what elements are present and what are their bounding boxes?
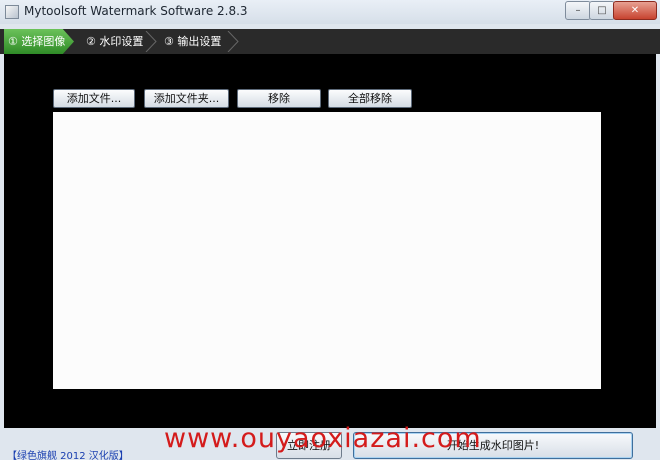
image-file-list[interactable] xyxy=(53,112,601,389)
title-bar: Mytoolsoft Watermark Software 2.8.3 – □ … xyxy=(0,0,660,24)
minimize-button[interactable]: – xyxy=(565,1,591,20)
wizard-step-bar: ① 选择图像 ② 水印设置 ③ 输出设置 xyxy=(0,29,660,54)
workspace: 添加文件... 添加文件夹... 移除 全部移除 xyxy=(4,54,656,428)
brand-label: 【绿色旗舰 2012 汉化版】 xyxy=(7,451,129,460)
step-watermark-settings[interactable]: ② 水印设置 xyxy=(86,29,170,54)
window-title: Mytoolsoft Watermark Software 2.8.3 xyxy=(24,4,248,18)
close-button[interactable]: ✕ xyxy=(613,1,657,20)
remove-all-button[interactable]: 全部移除 xyxy=(328,89,412,108)
step-output-settings[interactable]: ③ 输出设置 xyxy=(164,29,244,54)
site-watermark: www.ouyaoxiazai.com xyxy=(164,423,482,454)
step-select-images[interactable]: ① 选择图像 xyxy=(4,29,74,54)
add-folder-button[interactable]: 添加文件夹... xyxy=(144,89,229,108)
maximize-button[interactable]: □ xyxy=(589,1,615,20)
remove-button[interactable]: 移除 xyxy=(237,89,321,108)
app-window: Mytoolsoft Watermark Software 2.8.3 – □ … xyxy=(0,0,660,460)
add-files-button[interactable]: 添加文件... xyxy=(53,89,135,108)
app-icon xyxy=(5,5,19,19)
